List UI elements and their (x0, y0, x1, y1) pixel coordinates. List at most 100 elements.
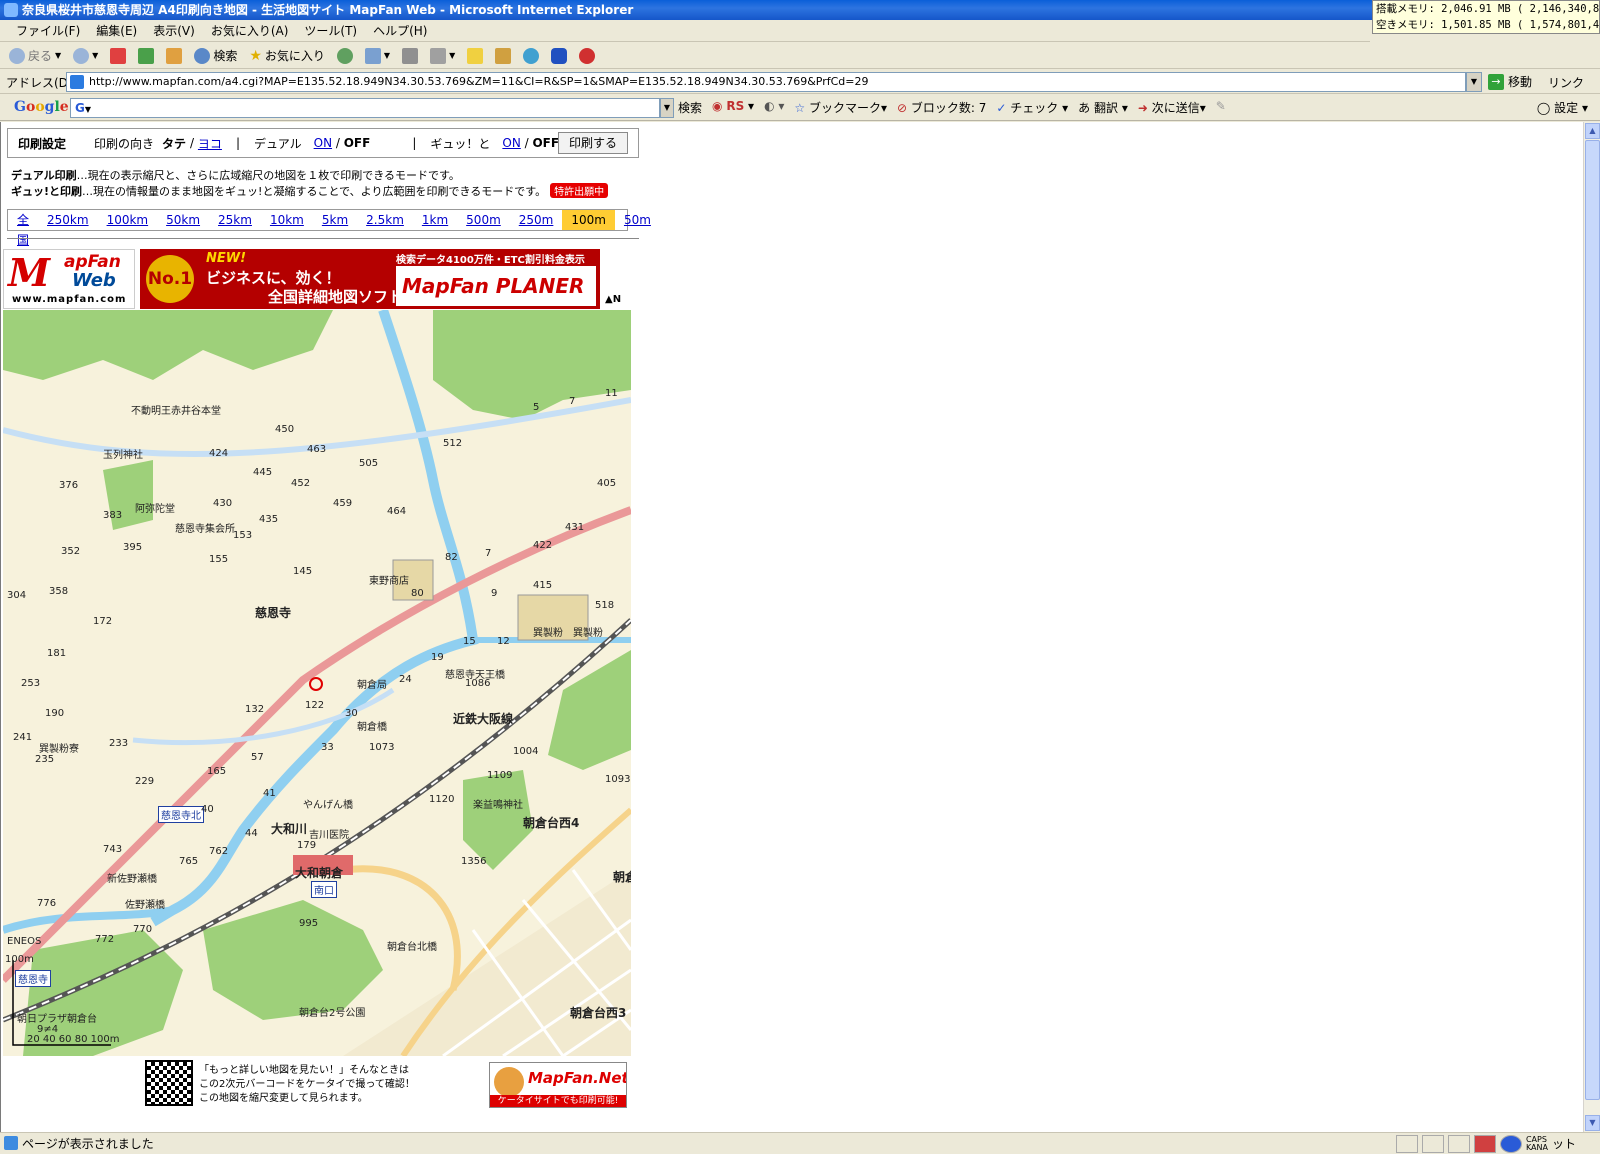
scale-link-50km[interactable]: 50km (157, 210, 209, 230)
back-button[interactable]: 戻る ▼ (6, 45, 64, 67)
forward-arrow-icon (73, 47, 90, 64)
menu-view[interactable]: 表示(V) (145, 22, 203, 39)
scale-link-500m[interactable]: 500m (457, 210, 510, 230)
refresh-button[interactable] (135, 45, 157, 67)
google-search-button[interactable]: 検索 (678, 99, 702, 116)
bluetooth-button[interactable] (548, 45, 570, 67)
forward-button[interactable]: ▼ (70, 45, 101, 67)
scale-link-250km[interactable]: 250km (38, 210, 98, 230)
dual-on-link[interactable]: ON (314, 136, 332, 150)
scale-link-10km[interactable]: 10km (261, 210, 313, 230)
search-label: 検索 (213, 49, 238, 63)
map-label: 20 40 60 80 100m (27, 1034, 120, 1045)
pencil-icon[interactable]: ✎ (1216, 99, 1226, 116)
settings-icon: ◯ (1536, 101, 1551, 115)
mapfan-planer-ad-banner[interactable]: No.1 NEW! ビジネスに、効く！ 全国詳細地図ソフト 検索データ4100万… (140, 249, 600, 309)
mapfan-net-banner[interactable]: MapFan.Net ケータイサイトでも印刷可能! (489, 1062, 627, 1108)
map-label: 南口 (311, 881, 337, 898)
map-label: 1109 (487, 770, 513, 781)
translate-button[interactable]: あ 翻訳 ▾ (1078, 99, 1128, 116)
spellcheck-button[interactable]: ✓ チェック ▾ (996, 99, 1068, 116)
go-arrow-icon: → (1488, 73, 1504, 90)
forest-area (3, 310, 333, 380)
map-label: 朝倉台北橋 (387, 942, 437, 953)
translate-icon: あ (1078, 101, 1091, 115)
menu-file[interactable]: ファイル(F) (8, 22, 88, 39)
status-bar: ページが表示されました CAPS KANA ット (0, 1132, 1600, 1154)
map-label: 450 (275, 424, 295, 435)
go-button[interactable]: → 移動 (1488, 73, 1532, 90)
favorites-label: お気に入り (264, 49, 325, 63)
ime-icon[interactable] (1473, 1134, 1496, 1153)
vertical-scrollbar[interactable]: ▲ ▼ (1583, 122, 1600, 1132)
map-label: 40 (201, 804, 214, 815)
map-label: 452 (291, 478, 311, 489)
home-icon (166, 47, 183, 64)
scale-selected-100m[interactable]: 100m (562, 210, 615, 230)
rs-button[interactable]: ◉ RS ▾ (712, 99, 754, 116)
forest-area (548, 650, 631, 770)
scroll-thumb[interactable] (1585, 140, 1600, 1100)
stop-button[interactable] (107, 45, 129, 67)
scroll-up-button[interactable]: ▲ (1585, 123, 1600, 139)
google-search-dropdown[interactable]: ▼ (660, 98, 674, 118)
print-settings-title: 印刷設定 (18, 136, 67, 151)
map-label: 155 (209, 554, 229, 565)
map-label: 5 (533, 402, 540, 413)
scroll-down-button[interactable]: ▼ (1585, 1115, 1600, 1131)
orientation-yoko-link[interactable]: ヨコ (198, 135, 222, 152)
research-button[interactable] (492, 45, 514, 67)
address-dropdown[interactable]: ▼ (1466, 72, 1482, 92)
scale-link-25km[interactable]: 25km (209, 210, 261, 230)
google-logo: Google (14, 99, 69, 115)
map-label: 1073 (369, 742, 395, 753)
menu-tools[interactable]: ツール(T) (296, 22, 365, 39)
edit-button[interactable]: ▼ (427, 45, 458, 67)
scale-link-5km[interactable]: 5km (313, 210, 357, 230)
map-label: 1120 (429, 794, 455, 805)
popup-block-button[interactable]: ⊘ ブロック数: 7 (897, 99, 986, 116)
block-icon: ⊘ (897, 101, 908, 115)
map-label: 765 (179, 856, 199, 867)
bookmark-button[interactable]: ☆ ブックマーク▾ (794, 99, 887, 116)
map-view[interactable]: 不動明王赤井谷本堂 玉列神社 阿弥陀堂 慈恩寺集会所 東野商店 慈恩寺 朝倉局 朝倉橋 慈恩寺天… (3, 310, 631, 1056)
scale-link-50m[interactable]: 50m (615, 210, 660, 230)
map-label: 1004 (513, 746, 539, 757)
send-to-button[interactable]: ➜ 次に送信▾ (1138, 99, 1206, 116)
scale-link-1km[interactable]: 1km (413, 210, 457, 230)
menu-bar: ファイル(F) 編集(E) 表示(V) お気に入り(A) ツール(T) ヘルプ(… (0, 20, 1370, 42)
favorites-button[interactable]: ★ お気に入り (246, 45, 328, 67)
map-label: 24 (399, 674, 412, 685)
menu-edit[interactable]: 編集(E) (88, 22, 145, 39)
help-icon[interactable] (1499, 1134, 1522, 1153)
scale-link-250m[interactable]: 250m (510, 210, 563, 230)
zone-text: ット (1551, 1137, 1576, 1151)
gyutto-on-link[interactable]: ON (502, 136, 520, 150)
messenger-button[interactable] (520, 45, 542, 67)
scale-link-100km[interactable]: 100km (98, 210, 158, 230)
mail-button[interactable]: ▼ (362, 45, 393, 67)
map-label: 100m (5, 954, 34, 965)
print-button[interactable]: 印刷する (557, 132, 628, 154)
map-label: 122 (305, 700, 325, 711)
print-button[interactable] (399, 45, 421, 67)
scale-link-zenkoku[interactable]: 全国 (8, 210, 38, 247)
map-label: 181 (47, 648, 67, 659)
links-button[interactable]: リンク (1548, 74, 1584, 91)
history-button[interactable] (334, 45, 356, 67)
address-input[interactable]: http://www.mapfan.com/a4.cgi?MAP=E135.52… (66, 72, 1466, 92)
residential-area (343, 870, 631, 1056)
note-button[interactable] (464, 45, 486, 67)
menu-favorites[interactable]: お気に入り(A) (203, 22, 297, 39)
browser-window: 奈良県桜井市慈恩寺周辺 A4印刷向き地図 - 生活地図サイト MapFan We… (0, 0, 1600, 1154)
pagerank-icon[interactable]: ◐ ▾ (764, 99, 784, 116)
google-search-input[interactable]: G▼ (70, 98, 660, 118)
scale-link-2-5km[interactable]: 2.5km (357, 210, 413, 230)
menu-help[interactable]: ヘルプ(H) (365, 22, 435, 39)
addon-button[interactable] (576, 45, 598, 67)
search-button[interactable]: 検索 (191, 45, 240, 67)
home-button[interactable] (163, 45, 185, 67)
mapfan-web-logo[interactable]: M apFan Web www.mapfan.com (3, 249, 135, 309)
google-settings-button[interactable]: ◯ 設定 ▾ (1537, 99, 1588, 116)
map-label: 朝倉台西4 (523, 816, 580, 830)
